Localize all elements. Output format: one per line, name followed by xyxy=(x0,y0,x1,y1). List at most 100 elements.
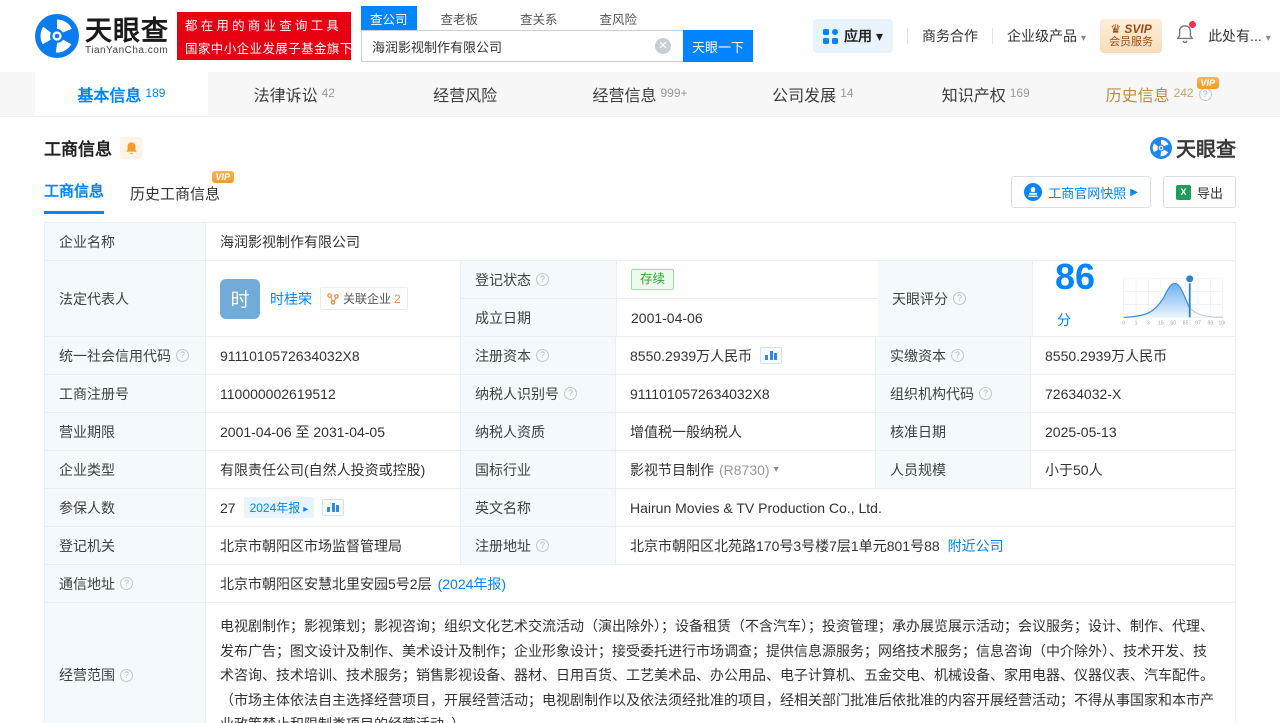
taxpayer-id-value: 9111010572634032X8 xyxy=(616,375,876,412)
annual-report-link[interactable]: (2024年报) xyxy=(438,574,506,594)
tab-basic-info[interactable]: 基本信息 189 xyxy=(35,72,208,116)
help-icon[interactable] xyxy=(536,273,549,286)
tab-legal-proceedings[interactable]: 法律诉讼 42 xyxy=(208,72,381,116)
industry-label: 国标行业 xyxy=(461,451,616,488)
svg-text:99: 99 xyxy=(1208,320,1214,326)
divider xyxy=(907,28,909,44)
user-menu[interactable]: 此处有... ▾ xyxy=(1208,26,1271,46)
search-tab-risk[interactable]: 查风险 xyxy=(591,6,647,31)
excel-icon xyxy=(1175,184,1191,200)
stamp-icon xyxy=(1024,183,1043,201)
legal-rep-value: 时 时桂荣 关联企业 2 xyxy=(206,261,461,336)
tab-operating-risk[interactable]: 经营风险 xyxy=(381,72,554,116)
help-icon[interactable] xyxy=(536,349,549,362)
tab-business-info[interactable]: 经营信息 999+ xyxy=(554,72,727,116)
svg-text:1: 1 xyxy=(1135,320,1138,326)
nearby-companies-link[interactable]: 附近公司 xyxy=(948,536,1004,556)
org-code-label: 组织机构代码 xyxy=(876,375,1031,412)
registration-info-table: 企业名称 海润影视制作有限公司 法定代表人 时 时桂荣 关联企业 2 登记状态 … xyxy=(44,222,1236,723)
english-name-label: 英文名称 xyxy=(461,489,616,526)
company-name-value: 海润影视制作有限公司 xyxy=(206,223,1235,260)
apps-grid-icon xyxy=(823,28,838,44)
svg-text:50: 50 xyxy=(1171,320,1177,326)
search-tab-boss[interactable]: 查老板 xyxy=(432,6,488,31)
help-icon[interactable] xyxy=(176,349,189,362)
brand-watermark: 天眼查 xyxy=(1150,133,1236,162)
vip-badge: VIP xyxy=(1196,77,1220,89)
official-snapshot-button[interactable]: 工商官网快照 ▶ xyxy=(1011,176,1151,208)
bell-icon xyxy=(125,141,137,154)
company-tab-bar: 基本信息 189 法律诉讼 42 经营风险 经营信息 999+ 公司发展 14 … xyxy=(0,72,1280,117)
help-icon[interactable] xyxy=(953,292,966,305)
section-title: 工商信息 xyxy=(44,140,112,159)
divider xyxy=(992,28,994,44)
score-value: 86分 0 1 3 15 50 85 97 99 10 xyxy=(1033,256,1235,336)
notification-bell[interactable] xyxy=(1176,21,1197,48)
apps-label: 应用 xyxy=(844,28,872,44)
paid-capital-label: 实缴资本 xyxy=(876,337,1031,374)
annual-report-badge[interactable]: 2024年报 xyxy=(243,497,315,518)
legal-rep-name-link[interactable]: 时桂荣 xyxy=(270,289,312,309)
credit-code-label: 统一社会信用代码 xyxy=(45,337,206,374)
tianyancha-logo[interactable]: 天眼查 TianYanCha.com xyxy=(35,14,169,58)
taxpayer-id-label: 纳税人识别号 xyxy=(461,375,616,412)
export-button[interactable]: 导出 xyxy=(1162,176,1236,208)
org-code-value: 72634032-X xyxy=(1031,375,1235,412)
subtab-history-registration[interactable]: VIP 历史工商信息 xyxy=(130,171,235,214)
help-icon[interactable] xyxy=(1198,87,1212,101)
company-type-label: 企业类型 xyxy=(45,451,206,488)
search-clear-icon[interactable]: ✕ xyxy=(655,38,671,54)
help-icon[interactable] xyxy=(120,577,133,590)
chevron-down-icon[interactable]: ▾ xyxy=(774,464,779,475)
vip-badge: VIP xyxy=(211,171,235,183)
score-label: 天眼评分 xyxy=(878,261,1033,336)
capital-trend-icon[interactable] xyxy=(760,347,783,364)
search-tab-relation[interactable]: 查关系 xyxy=(511,6,567,31)
table-row: 登记机关 北京市朝阳区市场监督管理局 注册地址 北京市朝阳区北苑路170号3号楼… xyxy=(45,527,1235,565)
search-input[interactable] xyxy=(361,30,683,62)
help-icon[interactable] xyxy=(979,387,992,400)
svip-membership-button[interactable]: ♛ SVIP 会员服务 xyxy=(1100,19,1163,53)
help-icon[interactable] xyxy=(536,539,549,552)
svg-text:15: 15 xyxy=(1158,320,1164,326)
help-icon[interactable] xyxy=(120,668,133,682)
reg-authority-value: 北京市朝阳区市场监督管理局 xyxy=(206,527,461,564)
promo-line1: 都在用的商业查询工具 xyxy=(185,19,343,33)
tab-company-development[interactable]: 公司发展 14 xyxy=(726,72,899,116)
tianyancha-logo-icon xyxy=(1150,136,1172,159)
help-icon[interactable] xyxy=(564,387,577,400)
reg-status-value: 存续 xyxy=(617,261,878,298)
tab-history-info[interactable]: VIP 历史信息 242 xyxy=(1072,72,1245,116)
apps-menu[interactable]: 应用 ▾ xyxy=(813,19,894,53)
establish-date-value: 2001-04-06 xyxy=(617,299,878,336)
search-tab-company[interactable]: 查公司 xyxy=(361,5,417,31)
legal-rep-avatar[interactable]: 时 xyxy=(220,278,260,319)
promo-banner: 都在用的商业查询工具 国家中小企业发展子基金旗下机构 xyxy=(177,12,378,60)
table-row: 法定代表人 时 时桂荣 关联企业 2 登记状态 ? 存续 成立日期 2001-0… xyxy=(45,256,1235,337)
svg-text:97: 97 xyxy=(1196,320,1202,326)
subscribe-bell-button[interactable] xyxy=(120,136,142,159)
subtab-business-registration[interactable]: 工商信息 xyxy=(44,180,105,214)
business-term-value: 2001-04-06 至 2031-04-05 xyxy=(206,413,461,450)
score-distribution-chart: 0 1 3 15 50 85 97 99 100 xyxy=(1123,273,1225,326)
nav-enterprise[interactable]: 企业级产品 ▾ xyxy=(1007,26,1086,46)
related-companies-badge[interactable]: 关联企业 2 xyxy=(320,287,408,310)
staff-size-label: 人员规模 xyxy=(876,451,1031,488)
tianyancha-logo-icon xyxy=(35,14,79,58)
reg-status-label: 登记状态 xyxy=(461,261,617,298)
paid-capital-value: 8550.2939万人民币 xyxy=(1031,337,1235,374)
search-area: 查公司 查老板 查关系 查风险 天眼一下 ✕ xyxy=(361,5,753,62)
insured-count-value: 27 2024年报 xyxy=(206,489,461,526)
approval-date-label: 核准日期 xyxy=(876,413,1031,450)
taxpayer-quality-label: 纳税人资质 xyxy=(461,413,616,450)
approval-date-value: 2025-05-13 xyxy=(1031,413,1235,450)
tab-intellectual-property[interactable]: 知识产权 169 xyxy=(899,72,1072,116)
nav-cooperation[interactable]: 商务合作 xyxy=(922,26,978,46)
insured-trend-icon[interactable] xyxy=(322,499,345,516)
table-row: 营业期限 2001-04-06 至 2031-04-05 纳税人资质 增值税一般… xyxy=(45,413,1235,451)
help-icon[interactable] xyxy=(951,349,964,362)
company-type-value: 有限责任公司(自然人投资或控股) xyxy=(206,451,461,488)
score-number: 86分 xyxy=(1055,256,1096,329)
search-button[interactable]: 天眼一下 xyxy=(683,30,753,62)
svg-text:0: 0 xyxy=(1123,320,1126,326)
